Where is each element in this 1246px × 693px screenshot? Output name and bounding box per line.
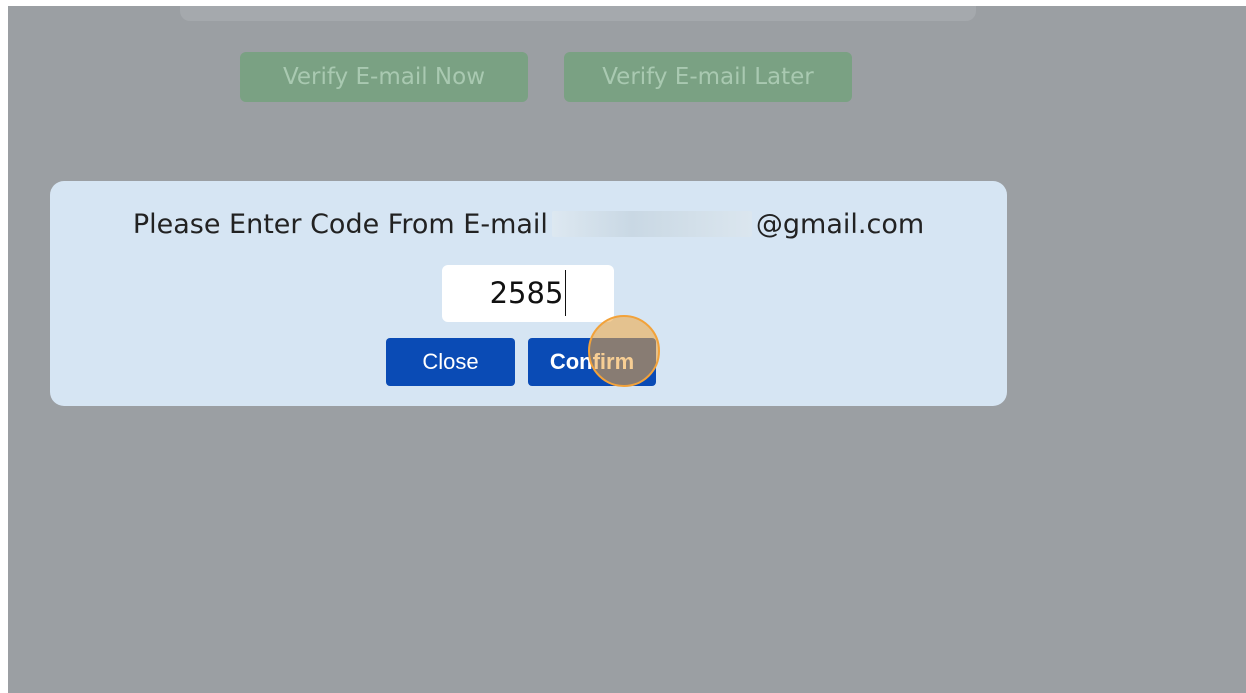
verify-email-later-button: Verify E-mail Later <box>564 52 852 102</box>
verification-code-input[interactable]: 2585 <box>442 265 614 322</box>
email-domain: @gmail.com <box>755 209 925 240</box>
verify-email-now-button: Verify E-mail Now <box>240 52 528 102</box>
click-highlight-marker <box>588 315 660 387</box>
redacted-email-user <box>551 211 752 237</box>
code-value: 2585 <box>489 276 564 310</box>
text-caret <box>565 270 567 316</box>
verification-dialog: Please Enter Code From E-mail @gmail.com … <box>50 181 1007 406</box>
close-button[interactable]: Close <box>386 338 515 386</box>
background-panel-edge <box>180 6 976 21</box>
code-prompt: Please Enter Code From E-mail @gmail.com <box>50 209 1007 240</box>
prompt-text: Please Enter Code From E-mail <box>132 209 548 240</box>
